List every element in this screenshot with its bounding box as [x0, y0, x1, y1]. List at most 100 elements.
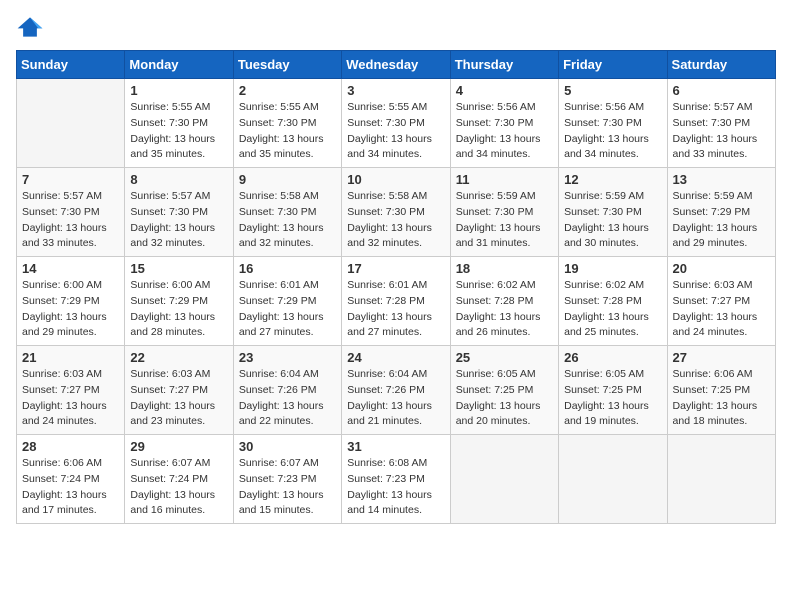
day-number: 22 — [130, 350, 227, 365]
day-info: Sunrise: 5:57 AMSunset: 7:30 PMDaylight:… — [130, 189, 227, 252]
day-info: Sunrise: 6:08 AMSunset: 7:23 PMDaylight:… — [347, 456, 444, 519]
day-number: 5 — [564, 83, 661, 98]
day-number: 17 — [347, 261, 444, 276]
day-info: Sunrise: 6:05 AMSunset: 7:25 PMDaylight:… — [456, 367, 553, 430]
calendar-table: SundayMondayTuesdayWednesdayThursdayFrid… — [16, 50, 776, 524]
day-number: 10 — [347, 172, 444, 187]
calendar-cell: 21 Sunrise: 6:03 AMSunset: 7:27 PMDayligh… — [17, 346, 125, 435]
calendar-cell: 14 Sunrise: 6:00 AMSunset: 7:29 PMDayligh… — [17, 257, 125, 346]
day-number: 16 — [239, 261, 336, 276]
logo-icon — [16, 16, 44, 38]
weekday-monday: Monday — [125, 51, 233, 79]
day-info: Sunrise: 6:07 AMSunset: 7:23 PMDaylight:… — [239, 456, 336, 519]
day-number: 2 — [239, 83, 336, 98]
weekday-tuesday: Tuesday — [233, 51, 341, 79]
day-number: 6 — [673, 83, 770, 98]
weekday-thursday: Thursday — [450, 51, 558, 79]
calendar-cell — [667, 435, 775, 524]
day-number: 20 — [673, 261, 770, 276]
day-number: 21 — [22, 350, 119, 365]
day-info: Sunrise: 6:04 AMSunset: 7:26 PMDaylight:… — [239, 367, 336, 430]
day-number: 28 — [22, 439, 119, 454]
calendar-cell: 18 Sunrise: 6:02 AMSunset: 7:28 PMDayligh… — [450, 257, 558, 346]
calendar-cell: 24Sunrise: 6:04 AMSunset: 7:26 PMDayligh… — [342, 346, 450, 435]
header — [16, 16, 776, 38]
calendar-cell: 4Sunrise: 5:56 AMSunset: 7:30 PMDaylight… — [450, 79, 558, 168]
day-info: Sunrise: 6:00 AMSunset: 7:29 PMDaylight:… — [130, 278, 227, 341]
day-number: 19 — [564, 261, 661, 276]
week-row-1: 1 Sunrise: 5:55 AMSunset: 7:30 PMDaylight… — [17, 79, 776, 168]
calendar-cell: 15 Sunrise: 6:00 AMSunset: 7:29 PMDayligh… — [125, 257, 233, 346]
day-info: Sunrise: 6:01 AMSunset: 7:28 PMDaylight:… — [347, 278, 444, 341]
weekday-saturday: Saturday — [667, 51, 775, 79]
day-number: 31 — [347, 439, 444, 454]
calendar-cell: 25 Sunrise: 6:05 AMSunset: 7:25 PMDayligh… — [450, 346, 558, 435]
day-number: 30 — [239, 439, 336, 454]
weekday-friday: Friday — [559, 51, 667, 79]
day-number: 15 — [130, 261, 227, 276]
day-info: Sunrise: 5:55 AMSunset: 7:30 PMDaylight:… — [347, 100, 444, 163]
weekday-header-row: SundayMondayTuesdayWednesdayThursdayFrid… — [17, 51, 776, 79]
calendar-cell: 2 Sunrise: 5:55 AMSunset: 7:30 PMDaylight… — [233, 79, 341, 168]
day-number: 11 — [456, 172, 553, 187]
calendar-cell: 16 Sunrise: 6:01 AMSunset: 7:29 PMDayligh… — [233, 257, 341, 346]
day-number: 23 — [239, 350, 336, 365]
week-row-3: 14 Sunrise: 6:00 AMSunset: 7:29 PMDayligh… — [17, 257, 776, 346]
day-number: 26 — [564, 350, 661, 365]
day-info: Sunrise: 6:03 AMSunset: 7:27 PMDaylight:… — [673, 278, 770, 341]
day-info: Sunrise: 5:55 AMSunset: 7:30 PMDaylight:… — [239, 100, 336, 163]
week-row-2: 7Sunrise: 5:57 AMSunset: 7:30 PMDaylight… — [17, 168, 776, 257]
weekday-sunday: Sunday — [17, 51, 125, 79]
day-info: Sunrise: 5:59 AMSunset: 7:30 PMDaylight:… — [456, 189, 553, 252]
day-number: 14 — [22, 261, 119, 276]
day-info: Sunrise: 5:58 AMSunset: 7:30 PMDaylight:… — [347, 189, 444, 252]
calendar-cell — [450, 435, 558, 524]
calendar-cell: 9Sunrise: 5:58 AMSunset: 7:30 PMDaylight… — [233, 168, 341, 257]
day-info: Sunrise: 5:58 AMSunset: 7:30 PMDaylight:… — [239, 189, 336, 252]
calendar-cell: 29 Sunrise: 6:07 AMSunset: 7:24 PMDayligh… — [125, 435, 233, 524]
calendar-body: 1 Sunrise: 5:55 AMSunset: 7:30 PMDaylight… — [17, 79, 776, 524]
calendar-cell — [559, 435, 667, 524]
day-info: Sunrise: 5:57 AMSunset: 7:30 PMDaylight:… — [22, 189, 119, 252]
calendar-cell: 31 Sunrise: 6:08 AMSunset: 7:23 PMDayligh… — [342, 435, 450, 524]
day-info: Sunrise: 6:02 AMSunset: 7:28 PMDaylight:… — [456, 278, 553, 341]
day-info: Sunrise: 5:59 AMSunset: 7:30 PMDaylight:… — [564, 189, 661, 252]
calendar-cell: 26 Sunrise: 6:05 AMSunset: 7:25 PMDayligh… — [559, 346, 667, 435]
calendar-cell: 17 Sunrise: 6:01 AMSunset: 7:28 PMDayligh… — [342, 257, 450, 346]
day-number: 29 — [130, 439, 227, 454]
calendar-cell — [17, 79, 125, 168]
logo — [16, 16, 48, 38]
day-info: Sunrise: 6:03 AMSunset: 7:27 PMDaylight:… — [22, 367, 119, 430]
day-number: 25 — [456, 350, 553, 365]
day-info: Sunrise: 6:07 AMSunset: 7:24 PMDaylight:… — [130, 456, 227, 519]
day-info: Sunrise: 6:06 AMSunset: 7:25 PMDaylight:… — [673, 367, 770, 430]
day-info: Sunrise: 5:57 AMSunset: 7:30 PMDaylight:… — [673, 100, 770, 163]
day-number: 27 — [673, 350, 770, 365]
calendar-cell: 23 Sunrise: 6:04 AMSunset: 7:26 PMDayligh… — [233, 346, 341, 435]
calendar-cell: 5 Sunrise: 5:56 AMSunset: 7:30 PMDaylight… — [559, 79, 667, 168]
calendar-cell: 11 Sunrise: 5:59 AMSunset: 7:30 PMDayligh… — [450, 168, 558, 257]
day-info: Sunrise: 6:05 AMSunset: 7:25 PMDaylight:… — [564, 367, 661, 430]
calendar-cell: 28 Sunrise: 6:06 AMSunset: 7:24 PMDayligh… — [17, 435, 125, 524]
calendar-cell: 8Sunrise: 5:57 AMSunset: 7:30 PMDaylight… — [125, 168, 233, 257]
calendar-cell: 27 Sunrise: 6:06 AMSunset: 7:25 PMDayligh… — [667, 346, 775, 435]
day-number: 1 — [130, 83, 227, 98]
calendar-cell: 12 Sunrise: 5:59 AMSunset: 7:30 PMDayligh… — [559, 168, 667, 257]
day-info: Sunrise: 6:03 AMSunset: 7:27 PMDaylight:… — [130, 367, 227, 430]
calendar-cell: 13Sunrise: 5:59 AMSunset: 7:29 PMDayligh… — [667, 168, 775, 257]
weekday-wednesday: Wednesday — [342, 51, 450, 79]
day-number: 12 — [564, 172, 661, 187]
day-info: Sunrise: 5:56 AMSunset: 7:30 PMDaylight:… — [564, 100, 661, 163]
week-row-5: 28 Sunrise: 6:06 AMSunset: 7:24 PMDayligh… — [17, 435, 776, 524]
calendar-cell: 20 Sunrise: 6:03 AMSunset: 7:27 PMDayligh… — [667, 257, 775, 346]
day-info: Sunrise: 6:01 AMSunset: 7:29 PMDaylight:… — [239, 278, 336, 341]
day-info: Sunrise: 5:56 AMSunset: 7:30 PMDaylight:… — [456, 100, 553, 163]
day-info: Sunrise: 6:00 AMSunset: 7:29 PMDaylight:… — [22, 278, 119, 341]
calendar-cell: 1Sunrise: 5:55 AMSunset: 7:30 PMDaylight… — [125, 79, 233, 168]
day-info: Sunrise: 6:06 AMSunset: 7:24 PMDaylight:… — [22, 456, 119, 519]
calendar-cell: 22 Sunrise: 6:03 AMSunset: 7:27 PMDayligh… — [125, 346, 233, 435]
day-info: Sunrise: 6:04 AMSunset: 7:26 PMDaylight:… — [347, 367, 444, 430]
week-row-4: 21 Sunrise: 6:03 AMSunset: 7:27 PMDayligh… — [17, 346, 776, 435]
calendar-cell: 3Sunrise: 5:55 AMSunset: 7:30 PMDaylight… — [342, 79, 450, 168]
day-number: 18 — [456, 261, 553, 276]
